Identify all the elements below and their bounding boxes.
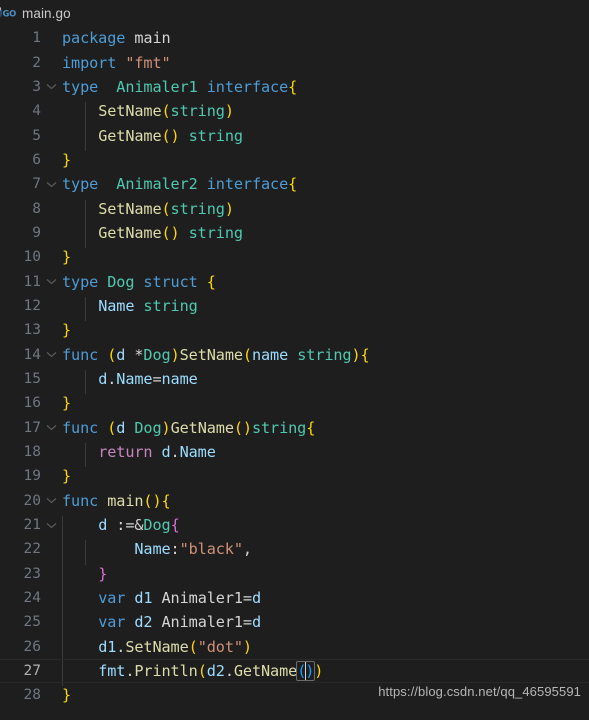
editor-line[interactable]: 1 package main — [0, 26, 589, 50]
line-number: 9 — [32, 224, 41, 241]
line-number: 15 — [23, 370, 41, 387]
tab-main-go[interactable]: GO main.go — [0, 0, 81, 26]
editor-line[interactable]: 12 Name string — [0, 294, 589, 322]
line-number: 22 — [23, 541, 41, 558]
editor-line[interactable]: 14 func (d *Dog)SetName(name string){ — [0, 342, 589, 366]
line-content: d.Name=name — [62, 369, 589, 395]
line-number: 16 — [23, 395, 41, 412]
line-content: type Dog struct { — [62, 272, 216, 291]
line-number: 8 — [32, 200, 41, 217]
line-number: 13 — [23, 322, 41, 339]
editor-line[interactable]: 6 } — [0, 148, 589, 172]
editor-line[interactable]: 20 func main(){ — [0, 489, 589, 513]
editor-line[interactable]: 19 } — [0, 464, 589, 488]
tab-label: main.go — [22, 5, 71, 21]
editor-line[interactable]: 15 d.Name=name — [0, 367, 589, 395]
line-content: } — [62, 467, 72, 486]
line-number: 18 — [23, 444, 41, 461]
line-number: 21 — [23, 517, 41, 534]
line-number: 26 — [23, 638, 41, 655]
line-content: } — [62, 394, 72, 413]
line-content: } — [62, 321, 72, 340]
editor-line[interactable]: 26 d1.SetName("dot") — [0, 635, 589, 663]
line-content: GetName() string — [62, 223, 589, 249]
line-content: type Animaler2 interface{ — [62, 175, 298, 194]
editor-line[interactable]: 23 } — [0, 562, 589, 590]
line-number: 19 — [23, 468, 41, 485]
line-content: SetName(string) — [62, 102, 589, 127]
editor-line[interactable]: 9 GetName() string — [0, 221, 589, 249]
editor-tab-bar: GO main.go — [0, 0, 589, 26]
editor-line[interactable]: 8 SetName(string) — [0, 196, 589, 224]
line-number: 20 — [23, 492, 41, 509]
watermark-url: https://blog.csdn.net/qq_46595591 — [378, 684, 581, 699]
line-content: } — [62, 248, 72, 267]
line-content: type Animaler1 interface{ — [62, 77, 298, 96]
editor-line[interactable]: 10 } — [0, 245, 589, 269]
line-number: 17 — [23, 419, 41, 436]
code-editor[interactable]: 1 package main 2 import "fmt" 3 type Ani… — [0, 26, 589, 720]
line-number: 27 — [23, 663, 41, 680]
line-content: Name string — [62, 296, 589, 322]
editor-line[interactable]: 11 type Dog struct { — [0, 269, 589, 293]
editor-line-active[interactable]: 27 fmt.Println(d2.GetName()) — [0, 658, 589, 687]
editor-line[interactable]: 18 return d.Name — [0, 440, 589, 468]
bracket-match-highlight: () — [296, 661, 316, 682]
svg-text:GO: GO — [3, 8, 17, 18]
editor-line[interactable]: 24 var d1 Animaler1=d — [0, 586, 589, 614]
line-number: 2 — [32, 54, 41, 71]
line-content: } — [62, 564, 589, 590]
line-number: 6 — [32, 151, 41, 168]
line-number: 24 — [23, 590, 41, 607]
line-number: 12 — [23, 297, 41, 314]
line-number: 3 — [32, 78, 41, 95]
line-number: 10 — [23, 249, 41, 266]
editor-line[interactable]: 22 Name:"black", — [0, 537, 589, 565]
editor-line[interactable]: 4 SetName(string) — [0, 99, 589, 127]
line-content: GetName() string — [62, 126, 589, 151]
editor-line[interactable]: 13 } — [0, 318, 589, 342]
line-content: return d.Name — [62, 443, 589, 468]
line-number: 28 — [23, 687, 41, 704]
line-number: 4 — [32, 103, 41, 120]
line-number: 23 — [23, 565, 41, 582]
line-number: 5 — [32, 127, 41, 144]
line-content: d1.SetName("dot") — [62, 637, 589, 663]
editor-line[interactable]: 2 import "fmt" — [0, 50, 589, 74]
line-number: 1 — [32, 30, 41, 47]
editor-line[interactable]: 3 type Animaler1 interface{ — [0, 75, 589, 99]
line-content: var d1 Animaler1=d — [62, 589, 589, 614]
line-content: func main(){ — [62, 491, 171, 510]
editor-line[interactable]: 17 func (d Dog)GetName()string{ — [0, 416, 589, 440]
line-content: } — [62, 150, 72, 169]
line-content: Name:"black", — [62, 540, 589, 565]
line-number: 11 — [23, 273, 41, 290]
line-content: fmt.Println(d2.GetName()) — [62, 661, 589, 687]
line-number: 7 — [32, 176, 41, 193]
line-content: d :=&Dog{ — [62, 516, 589, 541]
line-number: 25 — [23, 614, 41, 631]
line-content: import "fmt" — [62, 53, 171, 72]
line-content: var d2 Animaler1=d — [62, 613, 589, 638]
editor-line[interactable]: 16 } — [0, 391, 589, 415]
line-content: package main — [62, 29, 171, 48]
line-content: func (d Dog)GetName()string{ — [62, 418, 316, 437]
line-content: func (d *Dog)SetName(name string){ — [62, 345, 370, 364]
editor-line[interactable]: 5 GetName() string — [0, 123, 589, 151]
editor-line[interactable]: 25 var d2 Animaler1=d — [0, 610, 589, 638]
editor-line[interactable]: 7 type Animaler2 interface{ — [0, 172, 589, 196]
line-content: SetName(string) — [62, 199, 589, 224]
editor-line[interactable]: 21 d :=&Dog{ — [0, 513, 589, 541]
line-number: 14 — [23, 346, 41, 363]
go-gopher-icon: GO — [0, 3, 19, 23]
